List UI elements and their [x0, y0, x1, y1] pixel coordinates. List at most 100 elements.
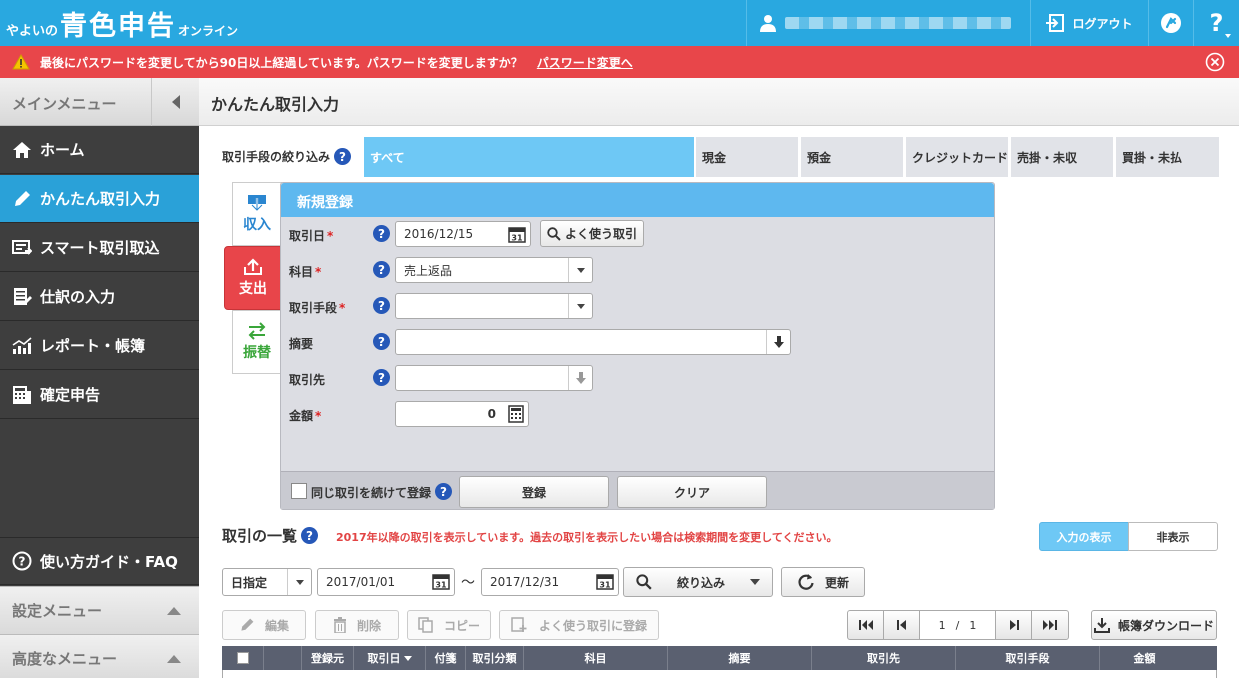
trash-icon	[333, 617, 346, 633]
help-icon[interactable]: ?	[334, 148, 352, 165]
edit-button[interactable]: 編集	[222, 610, 306, 640]
column-summary[interactable]: 摘要	[668, 646, 812, 670]
calendar-icon[interactable]: 31	[432, 572, 450, 590]
calendar-icon[interactable]: 31	[508, 225, 526, 243]
tab-deposit[interactable]: 預金	[801, 137, 903, 177]
next-page-icon	[1009, 620, 1019, 630]
sidebar-item-guide[interactable]: ? 使い方ガイド・FAQ	[0, 537, 199, 585]
column-partner[interactable]: 取引先	[812, 646, 956, 670]
help-icon[interactable]: ?	[435, 483, 452, 500]
prev-page-button[interactable]	[884, 611, 920, 639]
income-button[interactable]: 収入	[232, 182, 282, 246]
calendar-icon[interactable]: 31	[596, 572, 614, 590]
filter-button[interactable]: 絞り込み	[623, 567, 773, 597]
support-button[interactable]	[1148, 0, 1193, 46]
logout-icon	[1046, 14, 1065, 32]
to-date-input[interactable]: 2017/12/31 31	[481, 568, 619, 596]
support-icon	[1161, 13, 1181, 33]
tab-label: 現金	[702, 150, 727, 165]
add-favorite-label: よく使う取引に登録	[538, 618, 647, 633]
from-date-input[interactable]: 2017/01/01 31	[317, 568, 455, 596]
app-logo[interactable]: やよいの 青色申告 オンライン	[6, 4, 238, 43]
expense-button[interactable]: 支出	[224, 246, 282, 310]
help-icon[interactable]: ?	[373, 333, 390, 350]
partner-suggest-button[interactable]	[568, 366, 592, 390]
search-icon	[547, 226, 561, 241]
user-area[interactable]	[746, 0, 1030, 46]
last-page-button[interactable]	[1032, 611, 1068, 639]
method-select[interactable]	[395, 293, 593, 319]
sidebar-item-easy-entry[interactable]: かんたん取引入力	[0, 175, 199, 223]
change-password-link[interactable]: パスワード変更へ	[537, 54, 633, 71]
close-icon[interactable]	[1205, 52, 1225, 72]
column-method[interactable]: 取引手段	[956, 646, 1100, 670]
tab-credit-card[interactable]: クレジットカード	[906, 137, 1008, 177]
tab-all[interactable]: すべて	[364, 137, 694, 177]
sidebar-item-home[interactable]: ホーム	[0, 126, 199, 174]
next-page-button[interactable]	[996, 611, 1032, 639]
column-sticky-note[interactable]: 付箋	[426, 646, 466, 670]
tab-cash[interactable]: 現金	[696, 137, 798, 177]
amount-input[interactable]: 0	[395, 401, 529, 427]
summary-input[interactable]	[395, 329, 791, 355]
range-type-select[interactable]: 日指定	[222, 568, 312, 596]
list-title-text: 取引の一覧	[222, 527, 298, 545]
help-icon[interactable]: ?	[373, 369, 390, 386]
download-ledger-button[interactable]: 帳簿ダウンロード	[1091, 610, 1217, 640]
help-icon[interactable]: ?	[373, 225, 390, 242]
column-label: 取引日	[367, 652, 401, 665]
sidebar: メインメニュー ホーム かんたん取引入力 スマート取引取込 仕訳の入力 レポート…	[0, 78, 199, 678]
dropdown-toggle[interactable]	[287, 569, 311, 595]
delete-button[interactable]: 削除	[315, 610, 399, 640]
help-icon[interactable]: ?	[301, 527, 319, 544]
logout-button[interactable]: ログアウト	[1030, 0, 1148, 46]
sidebar-item-smart-import[interactable]: スマート取引取込	[0, 224, 199, 272]
help-icon[interactable]: ?	[373, 297, 390, 314]
add-favorite-button[interactable]: よく使う取引に登録	[499, 610, 659, 640]
sidebar-collapse-button[interactable]	[151, 78, 199, 126]
sidebar-item-journal[interactable]: 仕訳の入力	[0, 273, 199, 321]
account-select[interactable]: 売上返品	[395, 257, 593, 283]
last-page-icon	[1043, 620, 1057, 630]
partner-input[interactable]	[395, 365, 593, 391]
column-category[interactable]: 取引分類	[466, 646, 524, 670]
select-all-checkbox[interactable]	[236, 652, 249, 664]
hide-input-toggle[interactable]: 非表示	[1128, 522, 1218, 551]
transfer-button[interactable]: 振替	[232, 310, 282, 374]
current-page[interactable]: 1	[939, 619, 946, 632]
register-button[interactable]: 登録	[459, 476, 609, 508]
favorite-transactions-button[interactable]: よく使う取引	[540, 220, 644, 247]
tab-receivable[interactable]: 売掛・未収	[1011, 137, 1113, 177]
column-label: 付箋	[434, 652, 457, 665]
summary-suggest-button[interactable]	[766, 330, 790, 354]
clear-button[interactable]: クリア	[617, 476, 767, 508]
date-input[interactable]: 2016/12/15 31	[395, 221, 531, 247]
column-date[interactable]: 取引日	[354, 646, 426, 670]
column-amount[interactable]: 金額	[1100, 646, 1189, 670]
first-page-button[interactable]	[848, 611, 884, 639]
column-source[interactable]: 登録元	[302, 646, 354, 670]
sidebar-item-reports[interactable]: レポート・帳簿	[0, 322, 199, 370]
page-indicator: 1 / 1	[920, 611, 996, 639]
sidebar-advanced-menu[interactable]: 高度なメニュー	[0, 634, 199, 678]
refresh-button[interactable]: 更新	[781, 567, 865, 597]
copy-button[interactable]: コピー	[407, 610, 491, 640]
calculator-icon[interactable]	[508, 405, 524, 423]
register-label: 登録	[521, 485, 546, 500]
show-input-label: 入力の表示	[1056, 530, 1112, 544]
repeat-checkbox[interactable]	[291, 483, 307, 499]
sidebar-settings-menu[interactable]: 設定メニュー	[0, 586, 199, 634]
help-button[interactable]: ?	[1193, 0, 1239, 46]
column-account[interactable]: 科目	[524, 646, 668, 670]
logout-label: ログアウト	[1072, 16, 1133, 31]
total-pages: 1	[969, 618, 977, 632]
delete-label: 削除	[356, 618, 381, 633]
help-icon[interactable]: ?	[373, 261, 390, 278]
dropdown-toggle[interactable]	[568, 258, 592, 282]
sidebar-item-tax-return[interactable]: 確定申告	[0, 371, 199, 419]
dropdown-toggle[interactable]	[568, 294, 592, 318]
logo-suffix: オンライン	[178, 24, 239, 38]
chevron-down-icon	[749, 579, 760, 585]
tab-payable[interactable]: 買掛・未払	[1116, 137, 1219, 177]
show-input-toggle[interactable]: 入力の表示	[1039, 522, 1129, 551]
